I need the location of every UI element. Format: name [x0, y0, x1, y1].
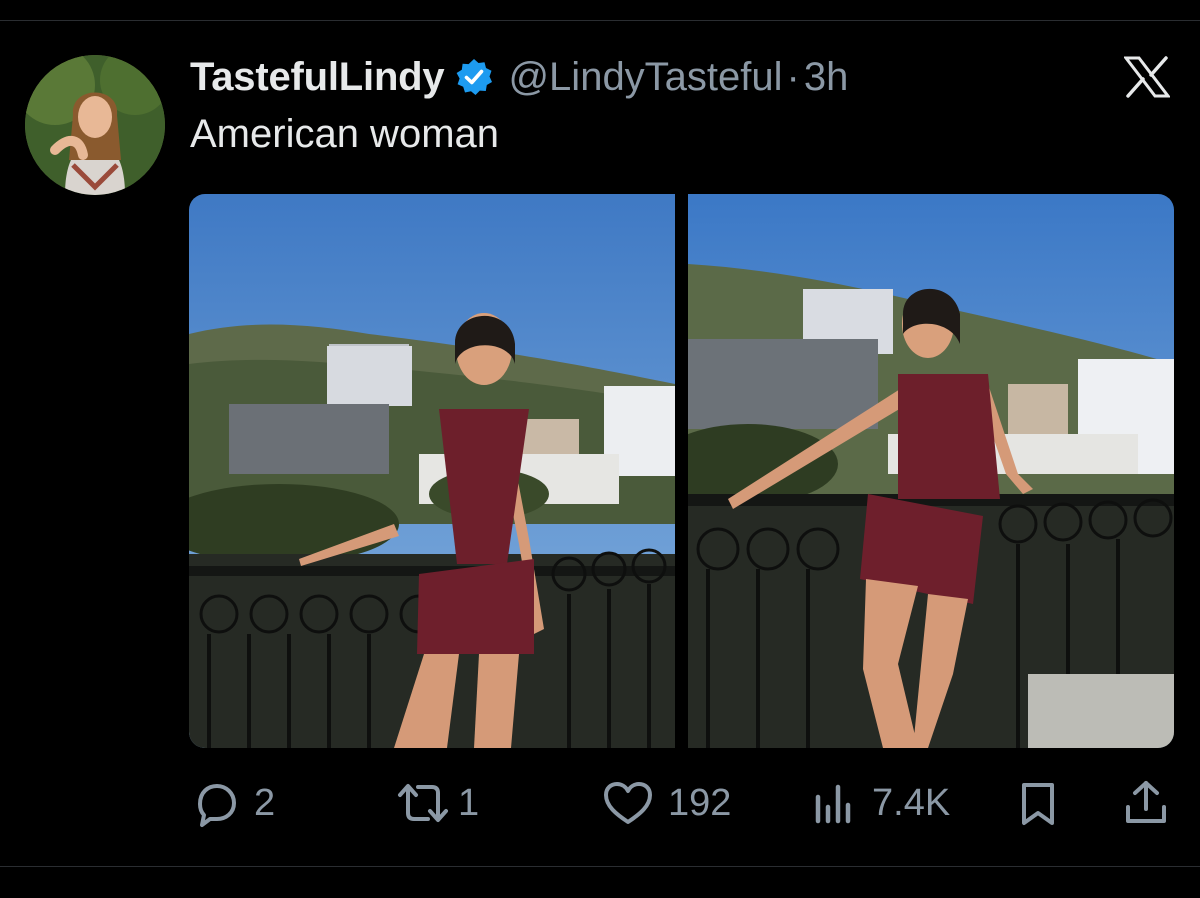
- bookmark-button[interactable]: [1014, 775, 1062, 831]
- separator-dot: ·: [786, 54, 800, 99]
- reply-button[interactable]: 2: [190, 775, 275, 831]
- views-count: 7.4K: [872, 781, 951, 824]
- verified-badge-icon: [454, 57, 494, 97]
- reply-count: 2: [254, 781, 276, 824]
- reply-icon: [190, 777, 242, 829]
- post-text: American woman: [190, 112, 500, 156]
- post-header: TastefulLindy @LindyTasteful · 3h: [190, 52, 848, 102]
- bookmark-icon: [1014, 777, 1062, 829]
- repost-button[interactable]: 1: [392, 775, 479, 831]
- top-divider: [0, 20, 1200, 21]
- like-count: 192: [668, 781, 732, 824]
- media-photo-2[interactable]: [688, 194, 1174, 748]
- profile-avatar[interactable]: [25, 55, 165, 195]
- media-photo-1[interactable]: [189, 194, 675, 748]
- action-bar: 2 1 192 7.4K: [0, 775, 1200, 831]
- repost-icon: [392, 777, 454, 829]
- post-time[interactable]: 3h: [804, 55, 849, 100]
- display-name[interactable]: TastefulLindy: [190, 55, 445, 100]
- like-button[interactable]: 192: [600, 775, 731, 831]
- media-grid: [189, 194, 1174, 748]
- user-handle[interactable]: @LindyTasteful: [508, 55, 782, 100]
- bottom-divider: [0, 866, 1200, 867]
- heart-icon: [600, 777, 656, 829]
- avatar-image: [25, 55, 165, 195]
- repost-count: 1: [458, 781, 480, 824]
- share-button[interactable]: [1122, 775, 1170, 831]
- views-button[interactable]: 7.4K: [808, 775, 950, 831]
- views-icon: [808, 777, 860, 829]
- x-logo-icon: [1122, 56, 1172, 98]
- share-icon: [1122, 777, 1170, 829]
